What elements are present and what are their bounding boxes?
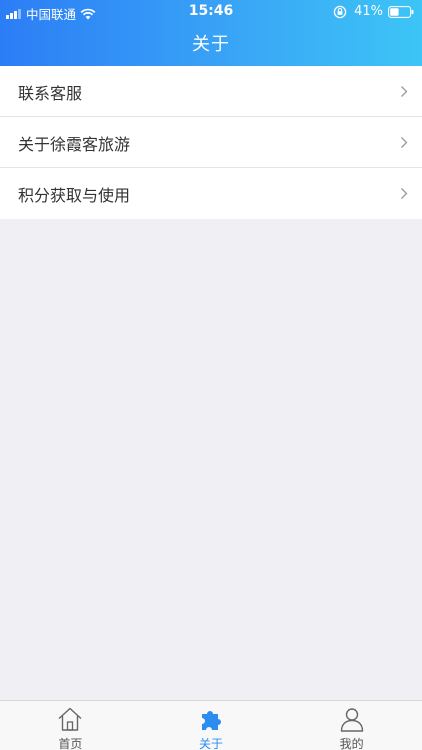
tab-bar: 首页 关于 我的 [0, 700, 422, 750]
tab-label: 关于 [199, 737, 224, 750]
tab-mine[interactable]: 我的 [281, 701, 422, 750]
menu-item-label: 关于徐霞客旅游 [18, 135, 131, 154]
battery-icon [388, 5, 414, 18]
tab-about[interactable]: 关于 [141, 701, 282, 750]
chevron-right-icon [401, 137, 408, 148]
menu-item-about[interactable]: 关于徐霞客旅游 [0, 117, 422, 168]
chevron-right-icon [401, 86, 408, 97]
menu-list: 联系客服 关于徐霞客旅游 积分获取与使用 [0, 66, 422, 219]
menu-item-contact-service[interactable]: 联系客服 [0, 66, 422, 117]
rotation-lock-icon [333, 5, 347, 18]
page-title: 关于 [192, 34, 230, 55]
menu-item-points[interactable]: 积分获取与使用 [0, 168, 422, 219]
home-icon [58, 707, 82, 731]
tab-label: 首页 [58, 737, 83, 750]
menu-item-label: 联系客服 [18, 84, 83, 103]
header: 中国联通 15:46 41% 关于 [0, 0, 422, 66]
status-right: 41% [333, 4, 414, 19]
chevron-right-icon [401, 188, 408, 199]
user-icon [340, 708, 363, 732]
tab-home[interactable]: 首页 [0, 701, 141, 750]
battery-percent: 41% [354, 4, 383, 19]
tab-label: 我的 [339, 737, 364, 750]
menu-item-label: 积分获取与使用 [18, 186, 131, 205]
status-bar: 中国联通 15:46 41% [0, 0, 422, 22]
puzzle-icon [202, 711, 221, 730]
